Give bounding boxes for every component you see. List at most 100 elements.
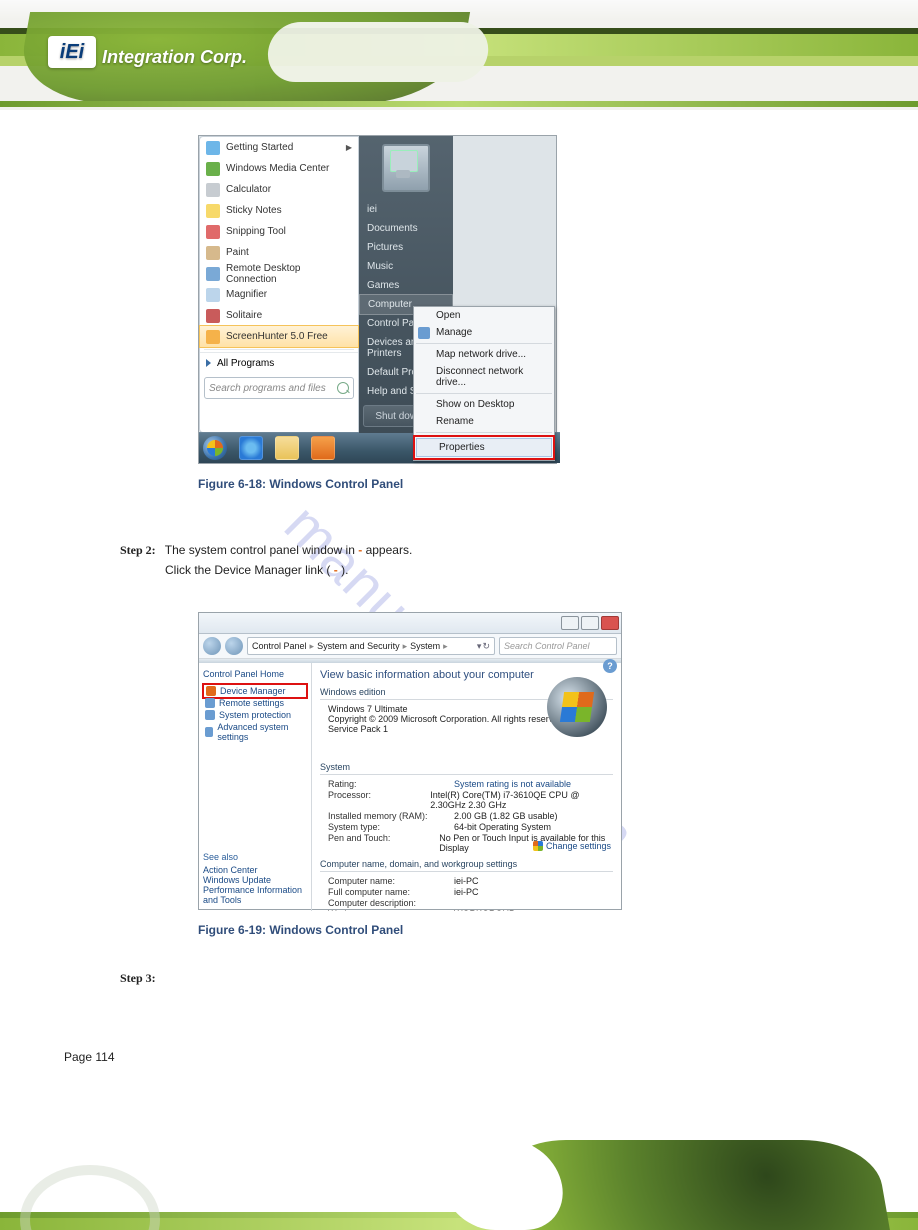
windows-logo-icon bbox=[547, 677, 607, 737]
context-menu-highlight: Properties bbox=[413, 435, 555, 460]
start-menu-item[interactable]: Getting Started▶ bbox=[200, 137, 358, 158]
start-menu-item[interactable]: ScreenHunter 5.0 Free bbox=[199, 325, 359, 348]
start-menu-item[interactable]: Windows Media Center bbox=[200, 158, 358, 179]
context-menu-item[interactable]: Manage bbox=[414, 324, 554, 341]
see-also-link[interactable]: Action Center bbox=[203, 865, 307, 875]
start-right-item[interactable]: iei bbox=[359, 200, 453, 219]
window-maximize-button[interactable] bbox=[581, 616, 599, 630]
info-value[interactable]: System rating is not available bbox=[454, 779, 571, 789]
context-menu-item[interactable]: Rename bbox=[414, 413, 554, 430]
cp-search-placeholder: Search Control Panel bbox=[504, 641, 590, 651]
info-value: 64-bit Operating System bbox=[454, 822, 551, 832]
crumb-1: System and Security bbox=[317, 641, 400, 651]
address-refresh-icon[interactable]: ↻ bbox=[482, 641, 490, 652]
start-right-item[interactable]: Documents bbox=[359, 219, 453, 238]
window-nav-row: Control Panel ▸ System and Security ▸ Sy… bbox=[199, 634, 621, 659]
cp-home-link[interactable]: Control Panel Home bbox=[203, 669, 307, 679]
info-row: Computer name: iei-PC bbox=[328, 876, 613, 886]
step-2-text-c: Click the Device Manager link ( bbox=[165, 563, 330, 577]
step-2-text-d: ). bbox=[341, 563, 348, 577]
crumb-sep-icon: ▸ bbox=[443, 641, 448, 652]
address-bar[interactable]: Control Panel ▸ System and Security ▸ Sy… bbox=[247, 637, 495, 655]
user-picture-icon bbox=[382, 144, 430, 192]
start-right-item[interactable]: Music bbox=[359, 257, 453, 276]
context-menu-item[interactable]: Map network drive... bbox=[414, 346, 554, 363]
start-menu-item-label: ScreenHunter 5.0 Free bbox=[226, 331, 328, 342]
change-settings-label: Change settings bbox=[546, 841, 611, 851]
info-value: 2.00 GB (1.82 GB usable) bbox=[454, 811, 558, 821]
figure-caption-2: Figure 6-19: Windows Control Panel bbox=[198, 923, 403, 937]
link-icon bbox=[205, 710, 215, 720]
cp-left-link-label: Remote settings bbox=[219, 698, 284, 708]
cp-left-link[interactable]: Remote settings bbox=[203, 697, 307, 709]
info-key: Computer name: bbox=[328, 876, 448, 886]
logo-text: iEi bbox=[60, 41, 84, 64]
nav-forward-button[interactable] bbox=[225, 637, 243, 655]
context-menu-item[interactable]: Show on Desktop bbox=[414, 396, 554, 413]
step-2-text-a: The system control panel window in bbox=[165, 543, 355, 557]
start-menu-item[interactable]: Calculator bbox=[200, 179, 358, 200]
start-menu-left-pane: Getting Started▶Windows Media CenterCalc… bbox=[199, 136, 359, 433]
start-menu-item[interactable]: Solitaire bbox=[200, 305, 358, 326]
taskbar-ie-icon[interactable] bbox=[239, 436, 263, 460]
start-menu-item[interactable]: Magnifier bbox=[200, 284, 358, 305]
start-right-item[interactable]: Games bbox=[359, 276, 453, 295]
cp-left-link-label: System protection bbox=[219, 710, 291, 720]
start-menu-separator bbox=[204, 349, 354, 350]
info-value: WORKGROUP bbox=[454, 909, 515, 911]
context-menu-item[interactable]: Properties bbox=[416, 438, 552, 457]
step-2-line-1: Step 2: The system control panel window … bbox=[120, 542, 800, 558]
cp-left-link-label: Device Manager bbox=[220, 686, 286, 696]
context-menu-item[interactable]: Disconnect network drive... bbox=[414, 363, 554, 391]
header-accent bbox=[0, 101, 918, 107]
page-body: manualshive.com Getting Started▶Windows … bbox=[0, 110, 918, 1120]
manage-icon bbox=[418, 327, 430, 339]
crumb-2: System bbox=[410, 641, 440, 651]
divider bbox=[320, 871, 613, 872]
context-menu-separator bbox=[416, 432, 552, 433]
start-menu-item[interactable]: Snipping Tool bbox=[200, 221, 358, 242]
info-key: Computer description: bbox=[328, 898, 448, 908]
start-menu-item[interactable]: Paint bbox=[200, 242, 358, 263]
taskbar-explorer-icon[interactable] bbox=[275, 436, 299, 460]
start-menu-item-label: Sticky Notes bbox=[226, 205, 282, 216]
step-3: Step 3: bbox=[120, 970, 800, 986]
context-menu-item[interactable]: Open bbox=[414, 307, 554, 324]
start-menu-item[interactable]: Remote Desktop Connection bbox=[200, 263, 358, 284]
cp-left-link[interactable]: System protection bbox=[203, 709, 307, 721]
start-menu-item-label: Getting Started bbox=[226, 142, 293, 153]
app-icon bbox=[206, 267, 220, 281]
see-also-link[interactable]: Performance Information and Tools bbox=[203, 885, 307, 905]
nav-back-button[interactable] bbox=[203, 637, 221, 655]
all-programs-item[interactable]: All Programs bbox=[200, 352, 358, 373]
cp-left-link[interactable]: Advanced system settings bbox=[203, 721, 307, 743]
start-search-input[interactable]: Search programs and files bbox=[204, 377, 354, 399]
cp-left-link-label: Advanced system settings bbox=[217, 722, 305, 742]
back-arrow-icon bbox=[206, 359, 211, 367]
change-settings-link[interactable]: Change settings bbox=[533, 841, 611, 851]
start-menu-item-label: Paint bbox=[226, 247, 249, 258]
context-menu-separator bbox=[416, 393, 552, 394]
info-row: Computer description: bbox=[328, 898, 613, 908]
see-also-link[interactable]: Windows Update bbox=[203, 875, 307, 885]
info-key: Full computer name: bbox=[328, 887, 448, 897]
info-key: Installed memory (RAM): bbox=[328, 811, 448, 821]
start-right-item[interactable]: Pictures bbox=[359, 238, 453, 257]
cp-left-pane: Control Panel Home Device Manager Remote … bbox=[199, 663, 312, 911]
all-programs-label: All Programs bbox=[217, 358, 274, 369]
start-orb-icon[interactable] bbox=[203, 436, 227, 460]
brand-text: Integration Corp. bbox=[102, 47, 247, 68]
taskbar-wmp-icon[interactable] bbox=[311, 436, 335, 460]
crumb-sep-icon: ▸ bbox=[403, 641, 408, 652]
cp-search-input[interactable]: Search Control Panel bbox=[499, 637, 617, 655]
address-dropdown-icon[interactable]: ▾ bbox=[477, 641, 482, 652]
brand-block: iEi Integration Corp. bbox=[48, 36, 247, 68]
window-close-button[interactable] bbox=[601, 616, 619, 630]
info-key: Rating: bbox=[328, 779, 448, 789]
window-minimize-button[interactable] bbox=[561, 616, 579, 630]
start-menu-item[interactable]: Sticky Notes bbox=[200, 200, 358, 221]
app-icon bbox=[206, 288, 220, 302]
info-row: Processor:Intel(R) Core(TM) i7-3610QE CP… bbox=[328, 790, 613, 810]
app-icon bbox=[206, 204, 220, 218]
info-value: iei-PC bbox=[454, 876, 479, 886]
